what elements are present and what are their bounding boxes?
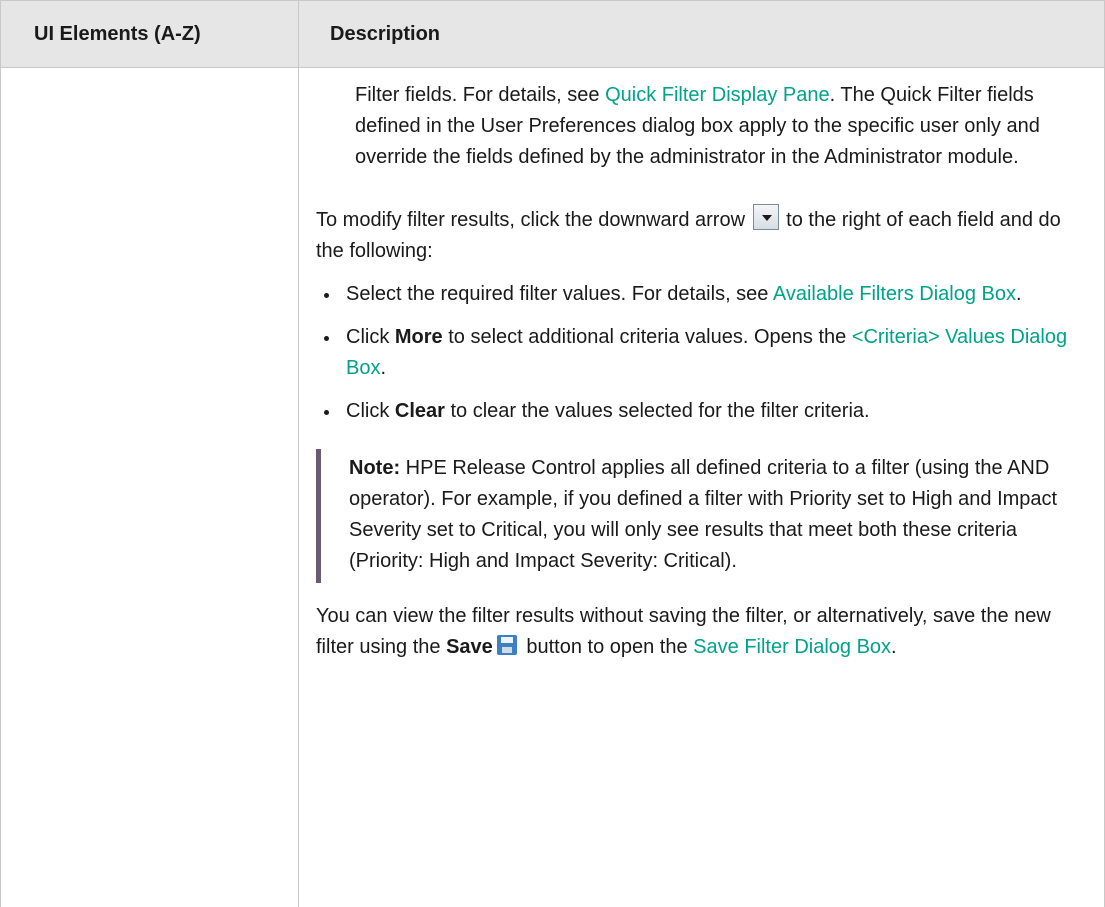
list-item: Click More to select additional criteria… <box>316 322 1091 384</box>
header-description: Description <box>330 23 441 45</box>
description-cell: Filter fields. For details, see Quick Fi… <box>316 68 1091 663</box>
save-filter-dialog-link[interactable]: Save Filter Dialog Box <box>693 636 891 658</box>
modify-paragraph: To modify filter results, click the down… <box>316 204 1091 267</box>
intro-paragraph: Filter fields. For details, see Quick Fi… <box>355 84 1040 168</box>
note-callout: Note: HPE Release Control applies all de… <box>316 449 1091 583</box>
ui-elements-table: UI Elements (A-Z) Description Filter fie… <box>0 0 1105 907</box>
list-item: Select the required filter values. For d… <box>316 279 1091 310</box>
list-item: Click Clear to clear the values selected… <box>316 396 1091 427</box>
available-filters-dialog-link[interactable]: Available Filters Dialog Box <box>773 283 1016 305</box>
header-ui-elements: UI Elements (A-Z) <box>34 23 201 45</box>
table-border-left <box>0 0 1 907</box>
dropdown-arrow-icon <box>752 204 779 230</box>
modify-options-list: Select the required filter values. For d… <box>316 279 1091 427</box>
save-paragraph: You can view the filter results without … <box>316 605 1051 658</box>
quick-filter-display-pane-link[interactable]: Quick Filter Display Pane <box>605 84 830 106</box>
note-text: HPE Release Control applies all defined … <box>349 457 1058 572</box>
table-column-divider <box>298 0 299 907</box>
note-label: Note: <box>349 457 401 479</box>
table-header: UI Elements (A-Z) Description <box>0 0 1105 68</box>
save-icon <box>496 635 517 655</box>
